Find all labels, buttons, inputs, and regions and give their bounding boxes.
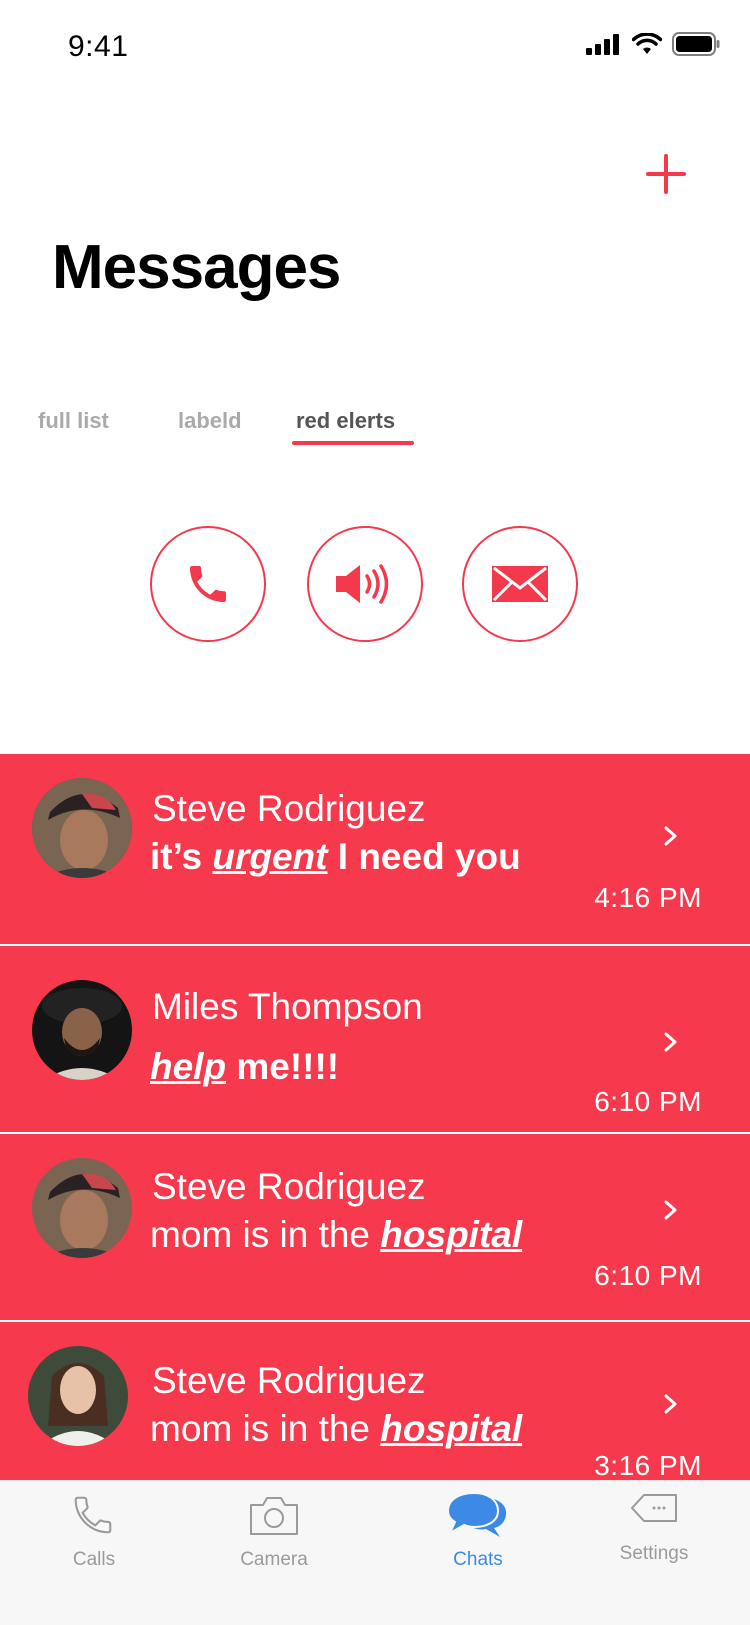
tab-bar-item-settings[interactable]: Settings — [584, 1481, 724, 1601]
active-tab-indicator — [292, 441, 414, 445]
chat-time: 4:16 PM — [594, 882, 702, 913]
chat-message: help me!!!! — [150, 1046, 339, 1088]
message-text: mom is in the — [150, 1214, 381, 1255]
tab-bar-item-camera[interactable]: Camera — [204, 1481, 344, 1601]
page-title: Messages — [52, 233, 341, 302]
message-text: I need you — [327, 836, 521, 877]
tab-full-list[interactable]: full list — [38, 408, 109, 434]
chat-sender-name: Steve Rodriguez — [152, 1360, 426, 1401]
chevron-right-icon — [664, 826, 677, 846]
chevron-right-icon — [664, 1394, 677, 1414]
message-text: it’s — [150, 836, 213, 877]
call-action-button[interactable] — [150, 526, 266, 642]
avatar — [32, 1158, 132, 1258]
message-emphasis: hospital — [380, 1408, 523, 1449]
filter-tabs: full list labeld red elerts — [0, 408, 750, 448]
avatar — [32, 778, 132, 878]
mail-action-button[interactable] — [462, 526, 578, 642]
chat-row[interactable]: Steve Rodriguez mom is in the hospital 3… — [0, 1322, 750, 1482]
message-text: me!!!! — [226, 1046, 340, 1087]
tag-icon — [631, 1494, 677, 1522]
add-button[interactable] — [642, 150, 690, 198]
avatar — [32, 980, 132, 1080]
chevron-right-icon — [664, 1200, 677, 1220]
tab-bar-item-chats[interactable]: Chats — [408, 1481, 548, 1601]
tab-bar: Calls Camera Chats Settings — [0, 1480, 750, 1625]
tab-labeled[interactable]: labeld — [178, 408, 242, 434]
speaker-icon — [336, 564, 389, 604]
chat-message: mom is in the hospital — [150, 1408, 522, 1450]
chat-sender-name: Steve Rodriguez — [152, 1166, 426, 1207]
message-emphasis: help — [150, 1046, 227, 1087]
phone-icon — [74, 1496, 112, 1534]
tab-bar-label: Settings — [619, 1543, 689, 1564]
wifi-icon — [632, 33, 662, 54]
chat-row[interactable]: Steve Rodriguez it’s urgent I need you 4… — [0, 754, 750, 944]
mail-icon — [492, 566, 548, 602]
chat-time: 6:10 PM — [594, 1260, 702, 1291]
phone-icon — [190, 566, 226, 602]
tab-red-alerts[interactable]: red elerts — [296, 408, 395, 434]
camera-icon — [250, 1497, 298, 1535]
speaker-action-button[interactable] — [307, 526, 423, 642]
avatar — [28, 1346, 128, 1446]
chevron-right-icon — [664, 1032, 677, 1052]
status-bar: 9:41 — [0, 0, 750, 96]
chat-sender-name: Steve Rodriguez — [152, 788, 426, 829]
tab-bar-label: Chats — [453, 1549, 503, 1570]
chat-sender-name: Miles Thompson — [152, 986, 423, 1027]
chat-row[interactable]: Miles Thompson help me!!!! 6:10 PM — [0, 946, 750, 1132]
battery-icon — [672, 32, 720, 56]
tab-bar-label: Camera — [240, 1549, 308, 1570]
message-text: mom is in the — [150, 1408, 381, 1449]
status-icons — [586, 32, 720, 56]
status-time: 9:41 — [68, 30, 129, 63]
message-emphasis: urgent — [212, 836, 328, 877]
chat-time: 6:10 PM — [594, 1086, 702, 1117]
chat-message: mom is in the hospital — [150, 1214, 522, 1256]
message-emphasis: hospital — [380, 1214, 523, 1255]
tab-bar-item-calls[interactable]: Calls — [24, 1481, 164, 1601]
chat-row[interactable]: Steve Rodriguez mom is in the hospital 6… — [0, 1134, 750, 1320]
tab-bar-label: Calls — [72, 1549, 116, 1570]
chat-time: 3:16 PM — [594, 1450, 702, 1481]
chat-bubbles-icon — [446, 1491, 507, 1537]
chat-message: it’s urgent I need you — [150, 836, 521, 878]
signal-icon — [586, 34, 619, 55]
